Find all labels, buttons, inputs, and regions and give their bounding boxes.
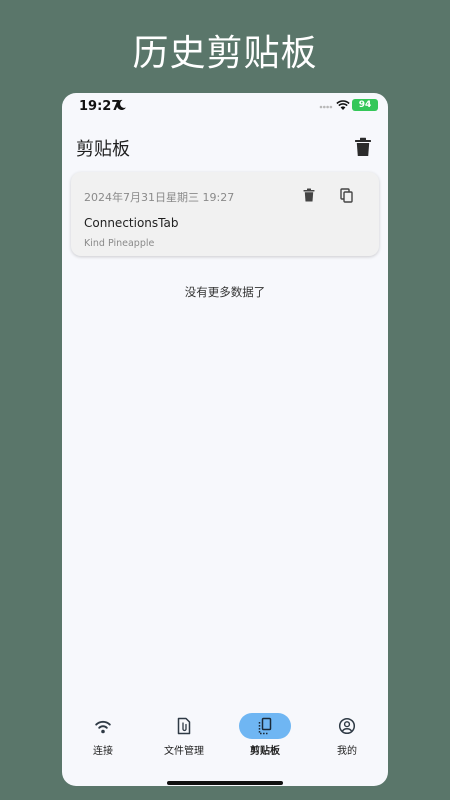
page-title: 剪贴板 (76, 139, 130, 160)
copy-icon[interactable] (340, 188, 353, 203)
clipboard-icon (258, 717, 272, 735)
clipboard-content: ConnectionsTab (84, 216, 179, 230)
nav-label: 剪贴板 (250, 746, 280, 757)
nav-label: 连接 (93, 746, 113, 757)
app-bar: 剪贴板 (62, 127, 388, 167)
nav-label: 文件管理 (164, 746, 204, 757)
nav-item-files[interactable]: 文件管理 (144, 705, 224, 760)
clear-all-trash-icon[interactable] (354, 137, 372, 157)
wifi-status-icon (336, 100, 350, 110)
moon-icon (116, 99, 126, 110)
wifi-icon (95, 720, 111, 734)
nav-item-clipboard[interactable]: 剪贴板 (225, 705, 305, 760)
nav-label: 我的 (337, 746, 357, 757)
account-circle-icon (338, 717, 356, 735)
source-device: Kind Pineapple (84, 238, 155, 249)
home-indicator[interactable] (167, 781, 283, 785)
nav-item-profile[interactable]: 我的 (307, 705, 387, 760)
phone-screen: 19:27 94 剪贴板 2024年7月31日星期三 19:27 Connect… (62, 93, 388, 786)
nav-item-connect[interactable]: 连接 (63, 705, 143, 760)
status-bar: 19:27 94 (62, 93, 388, 119)
clipboard-timestamp: 2024年7月31日星期三 19:27 (84, 191, 235, 204)
banner-title: 历史剪贴板 (132, 33, 318, 74)
delete-item-icon[interactable] (303, 188, 315, 202)
list-end-message: 没有更多数据了 (184, 285, 266, 299)
clipboard-card[interactable]: 2024年7月31日星期三 19:27 ConnectionsTab Kind … (71, 172, 379, 256)
signal-dots-icon (319, 105, 333, 109)
bottom-nav: 连接 文件管理 剪贴板 我的 (62, 705, 388, 765)
file-attachment-icon (177, 717, 191, 735)
battery-indicator: 94 (352, 99, 378, 111)
